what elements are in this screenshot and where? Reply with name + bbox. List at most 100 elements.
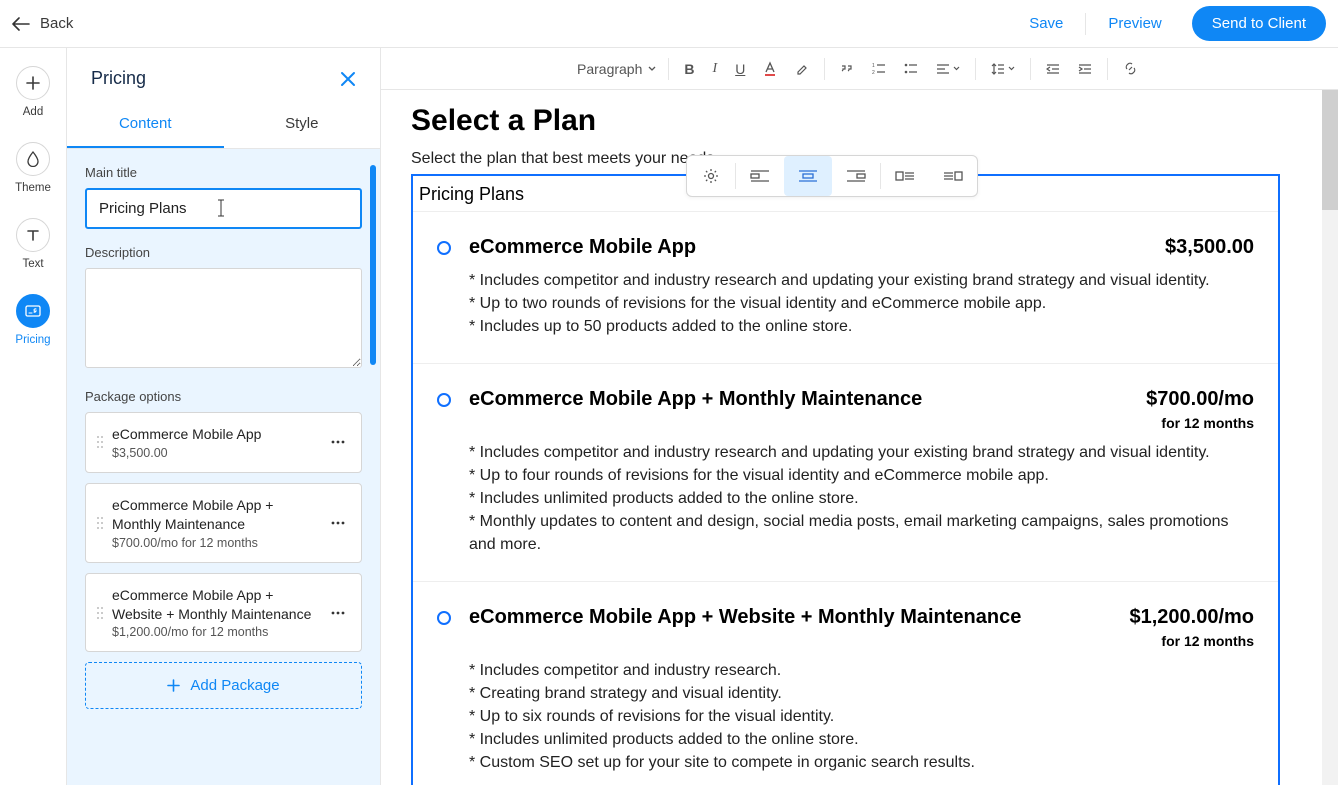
numbered-list-button[interactable]: 12 bbox=[863, 57, 895, 81]
outdent-icon bbox=[1046, 63, 1060, 75]
plan-row: eCommerce Mobile App + Website + Monthly… bbox=[413, 581, 1278, 785]
left-rail: Add Theme Text Pricing bbox=[0, 48, 67, 785]
line-spacing-button[interactable] bbox=[982, 56, 1024, 82]
panel-body: Main title Description Package options bbox=[67, 149, 380, 785]
panel-scrollbar[interactable] bbox=[370, 149, 376, 785]
align-center-button[interactable] bbox=[784, 156, 832, 196]
plan-radio[interactable] bbox=[437, 611, 451, 625]
package-more-button[interactable] bbox=[327, 607, 349, 619]
panel-scrollbar-thumb[interactable] bbox=[370, 165, 376, 365]
package-price: $700.00/mo for 12 months bbox=[112, 536, 319, 550]
package-name: eCommerce Mobile App + Website + Monthly… bbox=[112, 586, 319, 624]
rail-theme-label: Theme bbox=[15, 182, 51, 194]
indent-button[interactable] bbox=[1069, 57, 1101, 81]
tab-content[interactable]: Content bbox=[67, 101, 224, 148]
bold-button[interactable]: B bbox=[675, 55, 703, 83]
plus-icon bbox=[16, 66, 50, 100]
italic-button[interactable]: I bbox=[704, 55, 727, 83]
chevron-down-icon bbox=[648, 66, 656, 72]
widget-settings-button[interactable] bbox=[687, 156, 735, 196]
link-icon bbox=[1123, 61, 1138, 76]
package-card[interactable]: eCommerce Mobile App + Website + Monthly… bbox=[85, 573, 362, 653]
plan-radio[interactable] bbox=[437, 241, 451, 255]
plan-row: eCommerce Mobile App $3,500.00 * Include… bbox=[413, 211, 1278, 363]
link-button[interactable] bbox=[1114, 55, 1147, 82]
divider bbox=[668, 58, 669, 80]
outdent-button[interactable] bbox=[1037, 57, 1069, 81]
rail-add-label: Add bbox=[23, 106, 43, 118]
drag-handle-icon[interactable] bbox=[96, 606, 104, 620]
align-left-button[interactable] bbox=[736, 156, 784, 196]
main-title-input[interactable] bbox=[85, 188, 362, 229]
rail-pricing[interactable]: Pricing bbox=[15, 294, 50, 346]
drag-handle-icon[interactable] bbox=[96, 516, 104, 530]
description-label: Description bbox=[85, 245, 362, 260]
divider bbox=[1107, 58, 1108, 80]
rail-add[interactable]: Add bbox=[16, 66, 50, 118]
document-page: Select a Plan Select the plan that best … bbox=[411, 104, 1280, 785]
document-scroll[interactable]: Select a Plan Select the plan that best … bbox=[381, 90, 1338, 785]
pricing-icon bbox=[16, 294, 50, 328]
arrow-left-icon bbox=[12, 17, 30, 31]
paragraph-select[interactable]: Paragraph bbox=[571, 57, 662, 81]
text-icon bbox=[16, 218, 50, 252]
plus-icon bbox=[167, 679, 180, 692]
align-left-icon bbox=[750, 169, 770, 183]
package-name: eCommerce Mobile App + Monthly Maintenan… bbox=[112, 496, 319, 534]
chevron-down-icon bbox=[953, 66, 960, 71]
align-right-icon bbox=[846, 169, 866, 183]
text-color-button[interactable] bbox=[754, 55, 786, 83]
float-left-icon bbox=[895, 169, 915, 183]
canvas-scrollbar-thumb[interactable] bbox=[1322, 90, 1338, 210]
quote-button[interactable] bbox=[831, 57, 863, 81]
align-button[interactable] bbox=[927, 57, 969, 81]
highlight-button[interactable] bbox=[786, 56, 818, 82]
package-card[interactable]: eCommerce Mobile App $3,500.00 bbox=[85, 412, 362, 473]
package-card[interactable]: eCommerce Mobile App + Monthly Maintenan… bbox=[85, 483, 362, 563]
back-button[interactable]: Back bbox=[12, 15, 73, 32]
numbered-list-icon: 12 bbox=[872, 63, 886, 75]
description-input[interactable] bbox=[85, 268, 362, 368]
float-right-button[interactable] bbox=[929, 156, 977, 196]
drag-handle-icon[interactable] bbox=[96, 435, 104, 449]
doc-heading[interactable]: Select a Plan bbox=[411, 104, 1280, 138]
pricing-widget[interactable]: Pricing Plans eCommerce Mobile App $3,50… bbox=[411, 174, 1280, 785]
chevron-down-icon bbox=[1008, 66, 1015, 71]
underline-button[interactable]: U bbox=[726, 55, 754, 83]
topbar: Back Save Preview Send to Client bbox=[0, 0, 1338, 48]
panel-close-button[interactable] bbox=[340, 71, 356, 87]
plan-price: $1,200.00/mo bbox=[1129, 606, 1254, 629]
package-more-button[interactable] bbox=[327, 436, 349, 448]
line-spacing-icon bbox=[991, 62, 1005, 76]
quote-icon bbox=[840, 63, 854, 75]
divider bbox=[1030, 58, 1031, 80]
align-icon bbox=[936, 63, 950, 75]
preview-link[interactable]: Preview bbox=[1086, 15, 1183, 32]
gear-icon bbox=[702, 167, 720, 185]
align-right-button[interactable] bbox=[832, 156, 880, 196]
package-more-button[interactable] bbox=[327, 517, 349, 529]
add-package-button[interactable]: Add Package bbox=[85, 662, 362, 709]
bullet-list-button[interactable] bbox=[895, 57, 927, 81]
main-title-label: Main title bbox=[85, 165, 362, 180]
plan-name: eCommerce Mobile App + Website + Monthly… bbox=[469, 606, 1021, 629]
rail-text[interactable]: Text bbox=[16, 218, 50, 270]
float-right-icon bbox=[943, 169, 963, 183]
float-left-button[interactable] bbox=[881, 156, 929, 196]
back-label: Back bbox=[40, 15, 73, 32]
panel-title: Pricing bbox=[91, 68, 146, 89]
panel-tabs: Content Style bbox=[67, 101, 380, 149]
save-link[interactable]: Save bbox=[1007, 15, 1085, 32]
document-canvas: Paragraph B I U 12 bbox=[381, 48, 1338, 785]
rail-pricing-label: Pricing bbox=[15, 334, 50, 346]
canvas-scrollbar[interactable] bbox=[1322, 90, 1338, 785]
plan-bullets: * Includes competitor and industry resea… bbox=[469, 269, 1254, 339]
send-to-client-button[interactable]: Send to Client bbox=[1192, 6, 1326, 41]
rail-theme[interactable]: Theme bbox=[15, 142, 51, 194]
plan-radio[interactable] bbox=[437, 393, 451, 407]
more-icon bbox=[331, 521, 345, 525]
widget-toolbar bbox=[686, 155, 978, 197]
add-package-label: Add Package bbox=[190, 677, 279, 694]
tab-style[interactable]: Style bbox=[224, 101, 381, 148]
plan-bullets: * Includes competitor and industry resea… bbox=[469, 441, 1254, 557]
